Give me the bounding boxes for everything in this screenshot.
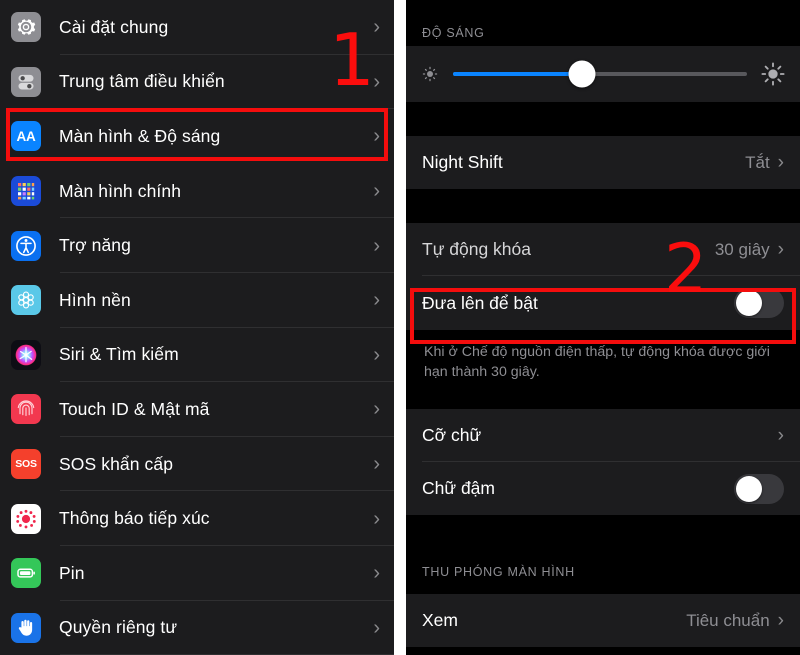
raise-to-wake-label: Đưa lên để bật bbox=[422, 292, 538, 313]
sidebar-item-wallpaper[interactable]: Hình nền › bbox=[0, 272, 394, 328]
section-gap-1 bbox=[406, 102, 800, 136]
sidebar-item-label: Siri & Tìm kiếm bbox=[59, 344, 179, 365]
chevron-right-icon: › bbox=[777, 152, 784, 173]
auto-lock-value: 30 giây bbox=[714, 239, 770, 259]
sidebar-item-general[interactable]: Cài đặt chung › bbox=[0, 0, 394, 55]
sidebar-item-display-brightness[interactable]: AA Màn hình & Độ sáng › bbox=[0, 109, 394, 164]
control-center-icon bbox=[11, 66, 41, 97]
sidebar-item-control-center[interactable]: Trung tâm điều khiển › bbox=[0, 54, 394, 110]
sidebar-item-label: Màn hình chính bbox=[59, 180, 182, 201]
auto-lock-row[interactable]: Tự động khóa 30 giây › bbox=[406, 223, 800, 276]
bold-text-row[interactable]: Chữ đậm bbox=[406, 462, 800, 516]
chevron-right-icon: › bbox=[777, 610, 784, 632]
brightness-slider-fill bbox=[453, 72, 583, 76]
panel-separator bbox=[394, 0, 406, 655]
chevron-right-icon: › bbox=[777, 425, 784, 447]
chevron-right-icon: › bbox=[373, 16, 380, 39]
display-brightness-aa-icon: AA bbox=[11, 121, 41, 152]
sidebar-item-label: Quyền riêng tư bbox=[59, 617, 178, 638]
chevron-right-icon: › bbox=[373, 507, 380, 530]
sidebar-item-label: Thông báo tiếp xúc bbox=[59, 508, 210, 529]
chevron-right-icon: › bbox=[777, 239, 784, 260]
night-shift-row[interactable]: Night Shift Tắt › bbox=[406, 136, 800, 189]
chevron-right-icon: › bbox=[373, 234, 380, 257]
zoom-section-header: THU PHÓNG MÀN HÌNH bbox=[406, 557, 800, 586]
raise-to-wake-row[interactable]: Đưa lên để bật bbox=[406, 276, 800, 330]
home-screen-icon bbox=[11, 176, 41, 207]
wallpaper-icon bbox=[11, 285, 41, 316]
exposure-notification-icon bbox=[11, 503, 41, 534]
sidebar-item-label: Màn hình & Độ sáng bbox=[59, 125, 221, 146]
chevron-right-icon: › bbox=[373, 616, 380, 639]
view-label: Xem bbox=[422, 610, 458, 631]
sidebar-item-exposure-notifications[interactable]: Thông báo tiếp xúc › bbox=[0, 491, 394, 546]
chevron-right-icon: › bbox=[373, 289, 380, 312]
night-shift-block: Night Shift Tắt › bbox=[406, 136, 800, 189]
text-size-row[interactable]: Cỡ chữ › bbox=[406, 409, 800, 463]
sidebar-item-label: Hình nền bbox=[59, 289, 131, 310]
sidebar-item-label: Touch ID & Mật mã bbox=[59, 398, 210, 419]
night-shift-value: Tắt bbox=[745, 152, 770, 172]
chevron-right-icon: › bbox=[373, 398, 380, 421]
sidebar-item-battery[interactable]: Pin › bbox=[0, 545, 394, 601]
night-shift-label: Night Shift bbox=[422, 152, 503, 172]
privacy-hand-icon bbox=[11, 612, 41, 643]
sidebar-item-siri-search[interactable]: Siri & Tìm kiếm › bbox=[0, 327, 394, 383]
section-gap-5 bbox=[406, 585, 800, 595]
bold-text-toggle[interactable] bbox=[734, 473, 784, 504]
sidebar-item-accessibility[interactable]: Trợ năng › bbox=[0, 218, 394, 273]
section-gap-2 bbox=[406, 189, 800, 223]
sidebar-item-label: Pin bbox=[59, 562, 85, 583]
settings-list-panel: Cài đặt chung › Trung tâm điều khiển › A… bbox=[0, 0, 394, 655]
view-row[interactable]: Xem Tiêu chuẩn › bbox=[406, 594, 800, 648]
sidebar-item-label: Trung tâm điều khiển bbox=[59, 71, 225, 92]
settings-list: Cài đặt chung › Trung tâm điều khiển › A… bbox=[0, 0, 394, 655]
sidebar-item-touch-id-passcode[interactable]: Touch ID & Mật mã › bbox=[0, 382, 394, 437]
sidebar-item-label: Cài đặt chung bbox=[59, 16, 169, 37]
view-value: Tiêu chuẩn bbox=[686, 610, 770, 630]
battery-icon bbox=[11, 558, 41, 589]
section-gap-4 bbox=[406, 515, 800, 558]
chevron-right-icon: › bbox=[373, 125, 380, 148]
screenshot-root: Cài đặt chung › Trung tâm điều khiển › A… bbox=[0, 0, 800, 655]
brightness-slider-thumb[interactable] bbox=[568, 60, 596, 88]
gear-icon bbox=[11, 12, 41, 43]
raise-to-wake-toggle[interactable] bbox=[734, 288, 784, 318]
chevron-right-icon: › bbox=[373, 343, 380, 366]
section-gap-3 bbox=[406, 382, 800, 410]
display-brightness-panel: ĐỘ SÁNG Night Shift Tắt › Tự động khóa 3… bbox=[406, 0, 800, 655]
brightness-low-icon bbox=[420, 64, 440, 84]
toggle-knob bbox=[736, 475, 762, 502]
chevron-right-icon: › bbox=[373, 70, 380, 93]
brightness-high-icon bbox=[760, 61, 786, 87]
sidebar-item-label: SOS khẩn cấp bbox=[59, 453, 174, 474]
text-size-label: Cỡ chữ bbox=[422, 425, 482, 446]
chevron-right-icon: › bbox=[373, 562, 380, 585]
auto-lock-label: Tự động khóa bbox=[422, 239, 532, 259]
chevron-right-icon: › bbox=[373, 453, 380, 476]
auto-lock-block: Tự động khóa 30 giây › Đưa lên để bật bbox=[406, 223, 800, 330]
bold-text-label: Chữ đậm bbox=[422, 478, 495, 499]
siri-icon bbox=[11, 339, 41, 370]
brightness-section-header: ĐỘ SÁNG bbox=[406, 18, 800, 46]
text-block: Cỡ chữ › Chữ đậm bbox=[406, 409, 800, 516]
sidebar-item-home-screen[interactable]: Màn hình chính › bbox=[0, 163, 394, 219]
toggle-knob bbox=[736, 290, 762, 316]
sidebar-item-label: Trợ năng bbox=[59, 235, 131, 256]
brightness-slider-row[interactable] bbox=[406, 46, 800, 102]
auto-lock-footnote: Khi ở Chế độ nguồn điện thấp, tự động kh… bbox=[406, 330, 800, 383]
accessibility-icon bbox=[11, 230, 41, 261]
brightness-slider-track[interactable] bbox=[453, 60, 747, 88]
display-zoom-block: Xem Tiêu chuẩn › bbox=[406, 594, 800, 648]
brightness-block bbox=[406, 46, 800, 102]
sidebar-item-privacy[interactable]: Quyền riêng tư › bbox=[0, 600, 394, 655]
sos-icon: SOS bbox=[11, 449, 41, 480]
touch-id-fingerprint-icon bbox=[11, 394, 41, 425]
sidebar-item-emergency-sos[interactable]: SOS SOS khẩn cấp › bbox=[0, 436, 394, 492]
chevron-right-icon: › bbox=[373, 180, 380, 203]
top-spacer bbox=[406, 0, 800, 18]
